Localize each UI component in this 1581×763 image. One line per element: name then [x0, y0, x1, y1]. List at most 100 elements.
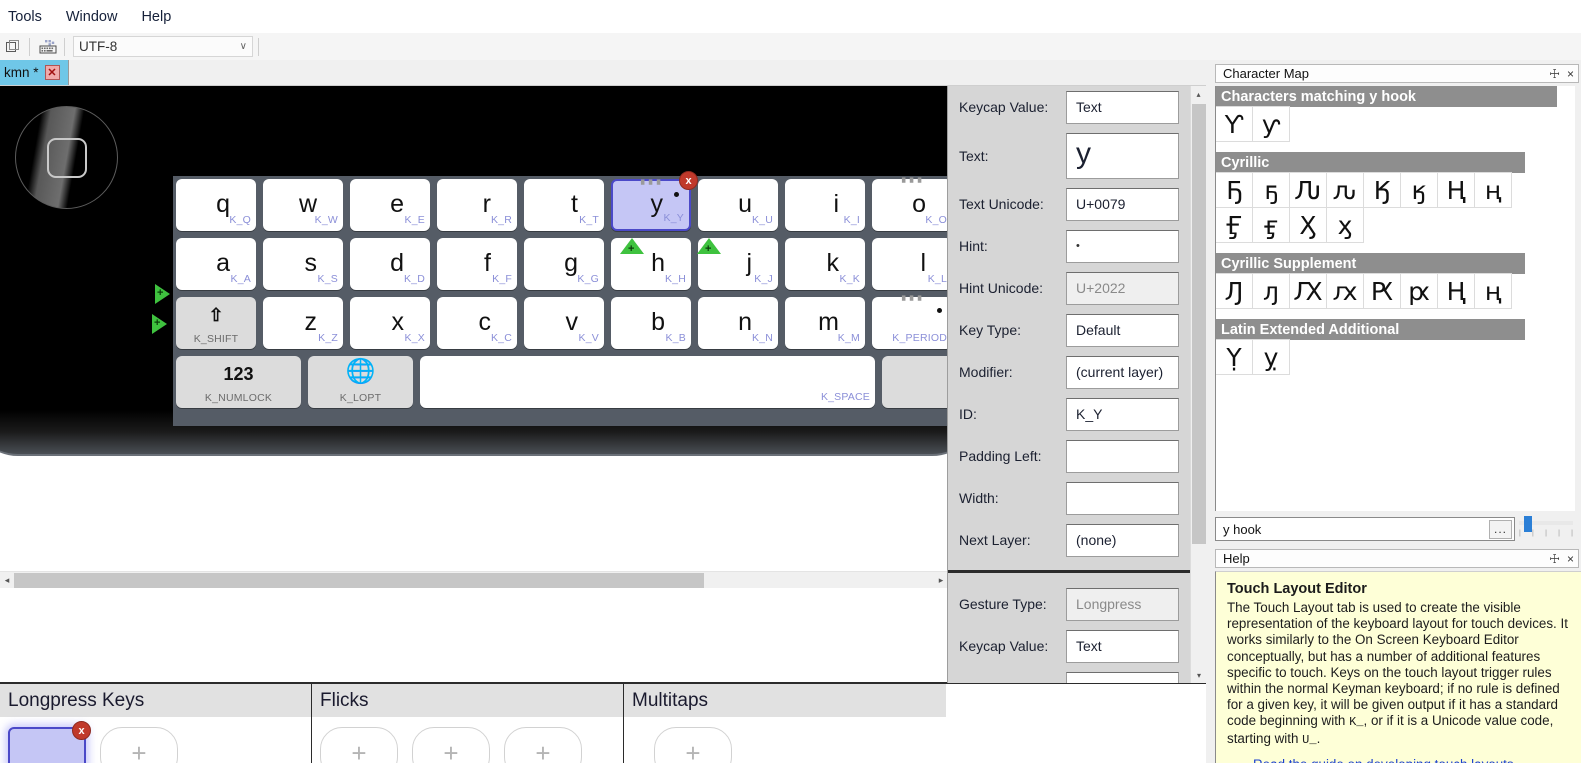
- key-K_E[interactable]: e K_E: [350, 179, 430, 231]
- charmap-cell[interactable]: Ԗ: [1363, 273, 1401, 309]
- add-multitap-button[interactable]: +: [654, 727, 732, 763]
- key-K_SHIFT[interactable]: ⇧ K_SHIFT: [176, 297, 256, 349]
- key-K_G[interactable]: g K_G: [524, 238, 604, 290]
- key-K_C[interactable]: c K_C: [437, 297, 517, 349]
- key-K_O[interactable]: ▘▘▘ o K_O: [872, 178, 952, 231]
- scroll-down-arrow-icon[interactable]: ▾: [1191, 667, 1206, 683]
- canvas-horizontal-scrollbar[interactable]: ◂ ▸: [0, 571, 948, 588]
- id-field[interactable]: K_Y: [1066, 397, 1179, 431]
- charmap-cell[interactable]: Ҕ: [1216, 172, 1253, 208]
- keycap-value-field[interactable]: Text: [1066, 90, 1179, 124]
- charmap-cell[interactable]: Ң: [1437, 172, 1475, 208]
- key-K_U[interactable]: u K_U: [698, 179, 778, 231]
- delete-key-button[interactable]: x: [679, 171, 698, 190]
- menu-item-help[interactable]: Help: [129, 5, 183, 29]
- encoding-dropdown[interactable]: UTF-8 ∨: [73, 36, 253, 57]
- menu-item-window[interactable]: Window: [54, 5, 130, 29]
- next-layer-field[interactable]: (none): [1066, 523, 1179, 557]
- key-K_S[interactable]: s K_S: [263, 238, 343, 290]
- window-tile-icon[interactable]: [2, 36, 24, 58]
- multitaps-body[interactable]: +: [624, 717, 946, 763]
- add-flick-button-2[interactable]: +: [412, 727, 490, 763]
- charmap-cell[interactable]: ԕ: [1326, 273, 1364, 309]
- insert-row-marker-1[interactable]: [155, 284, 170, 304]
- charmap-cell[interactable]: ԉ: [1326, 172, 1364, 208]
- insert-key-marker-right[interactable]: [697, 238, 721, 255]
- padding-left-field[interactable]: [1066, 439, 1179, 473]
- width-field[interactable]: [1066, 481, 1179, 515]
- close-icon[interactable]: ×: [1567, 67, 1574, 81]
- charmap-cell[interactable]: ҕ: [1252, 172, 1290, 208]
- add-flick-button-1[interactable]: +: [320, 727, 398, 763]
- charmap-cell[interactable]: Ӽ: [1289, 207, 1327, 243]
- delete-longpress-key-button[interactable]: x: [72, 721, 91, 740]
- charmap-cell[interactable]: ң: [1474, 273, 1512, 309]
- insert-key-marker-left[interactable]: [620, 238, 644, 255]
- scroll-thumb[interactable]: [14, 572, 704, 588]
- charmap-cell[interactable]: Ԓ: [1216, 273, 1253, 309]
- key-K_I[interactable]: i K_I: [785, 179, 865, 231]
- key-K_R[interactable]: r K_R: [437, 179, 517, 231]
- charmap-cell[interactable]: Ӄ: [1363, 172, 1401, 208]
- touch-layouts-guide-link[interactable]: Read the guide on developing touch layou…: [1253, 757, 1514, 763]
- character-map-title-bar[interactable]: Character Map ☩ ×: [1215, 64, 1579, 83]
- character-size-slider[interactable]: | | | | |: [1519, 516, 1573, 540]
- keyboard-layout-icon[interactable]: [37, 36, 59, 58]
- longpress-keys-body[interactable]: T_new_192 x +: [0, 717, 311, 763]
- close-icon[interactable]: ✕: [44, 65, 60, 80]
- key-K_B[interactable]: b K_B: [611, 297, 691, 349]
- key-K_W[interactable]: w K_W: [263, 179, 343, 231]
- scroll-thumb[interactable]: [1192, 104, 1206, 544]
- document-tab[interactable]: kmn * ✕: [0, 60, 69, 85]
- close-icon[interactable]: ×: [1567, 552, 1574, 566]
- charmap-cell[interactable]: ӽ: [1326, 207, 1364, 243]
- scroll-left-arrow-icon[interactable]: ◂: [0, 575, 14, 586]
- pin-icon[interactable]: ☩: [1549, 552, 1560, 566]
- key-K_M[interactable]: m K_M: [785, 297, 865, 349]
- charmap-cell[interactable]: ԓ: [1252, 273, 1290, 309]
- key-K_D[interactable]: d K_D: [350, 238, 430, 290]
- properties-vertical-scrollbar[interactable]: ▴ ▾: [1190, 86, 1206, 683]
- key-K_SPACE[interactable]: K_SPACE: [420, 356, 875, 408]
- key-type-field[interactable]: Default: [1066, 313, 1179, 347]
- key-K_A[interactable]: a K_A: [176, 238, 256, 290]
- key-K_N[interactable]: n K_N: [698, 297, 778, 349]
- charmap-cell[interactable]: ӄ: [1400, 172, 1438, 208]
- text-field[interactable]: y: [1066, 132, 1179, 179]
- character-map-body[interactable]: Characters matching y hook Ƴ ƴ Cyrillic …: [1215, 86, 1575, 511]
- charmap-cell[interactable]: Ң: [1437, 273, 1475, 309]
- charmap-cell[interactable]: Ƴ: [1216, 106, 1253, 142]
- key-K_X[interactable]: x K_X: [350, 297, 430, 349]
- modifier-field[interactable]: (current layer): [1066, 355, 1179, 389]
- charmap-cell[interactable]: ỵ: [1252, 339, 1290, 375]
- add-flick-button-3[interactable]: +: [504, 727, 582, 763]
- add-longpress-key-button[interactable]: +: [100, 727, 178, 763]
- scroll-up-arrow-icon[interactable]: ▴: [1191, 86, 1206, 102]
- pin-icon[interactable]: ☩: [1549, 67, 1560, 81]
- gesture-text-field[interactable]: [1066, 671, 1179, 683]
- insert-row-marker-2[interactable]: [152, 314, 167, 334]
- charmap-cell[interactable]: Ӻ: [1216, 207, 1253, 243]
- key-K_V[interactable]: v K_V: [524, 297, 604, 349]
- key-K_L[interactable]: l K_L: [872, 238, 952, 290]
- key-K_Q[interactable]: q K_Q: [176, 179, 256, 231]
- charmap-cell[interactable]: ԗ: [1400, 273, 1438, 309]
- hint-field[interactable]: •: [1066, 229, 1179, 263]
- charmap-cell[interactable]: Ỵ: [1216, 339, 1253, 375]
- help-title-bar[interactable]: Help ☩ ×: [1215, 549, 1579, 568]
- text-unicode-field[interactable]: U+0079: [1066, 187, 1179, 221]
- key-K_NUMLOCK[interactable]: 123 K_NUMLOCK: [176, 356, 301, 408]
- search-options-button[interactable]: ...: [1489, 519, 1512, 539]
- key-K_PERIOD[interactable]: ▘▘▘ K_PERIOD: [872, 296, 952, 349]
- key-K_T[interactable]: t K_T: [524, 179, 604, 231]
- charmap-cell[interactable]: Ԕ: [1289, 273, 1327, 309]
- charmap-cell[interactable]: Ԉ: [1289, 172, 1327, 208]
- key-K_K[interactable]: k K_K: [785, 238, 865, 290]
- key-K_LOPT[interactable]: 🌐 K_LOPT: [308, 356, 413, 408]
- key-K_Y-selected[interactable]: ▘▘▘ y K_Y x: [611, 171, 698, 231]
- scroll-track[interactable]: [14, 572, 934, 588]
- charmap-cell[interactable]: ƴ: [1252, 106, 1290, 142]
- gesture-keycap-value-field[interactable]: Text: [1066, 629, 1179, 663]
- charmap-cell[interactable]: ң: [1474, 172, 1512, 208]
- menu-item-tools[interactable]: Tools: [0, 5, 54, 29]
